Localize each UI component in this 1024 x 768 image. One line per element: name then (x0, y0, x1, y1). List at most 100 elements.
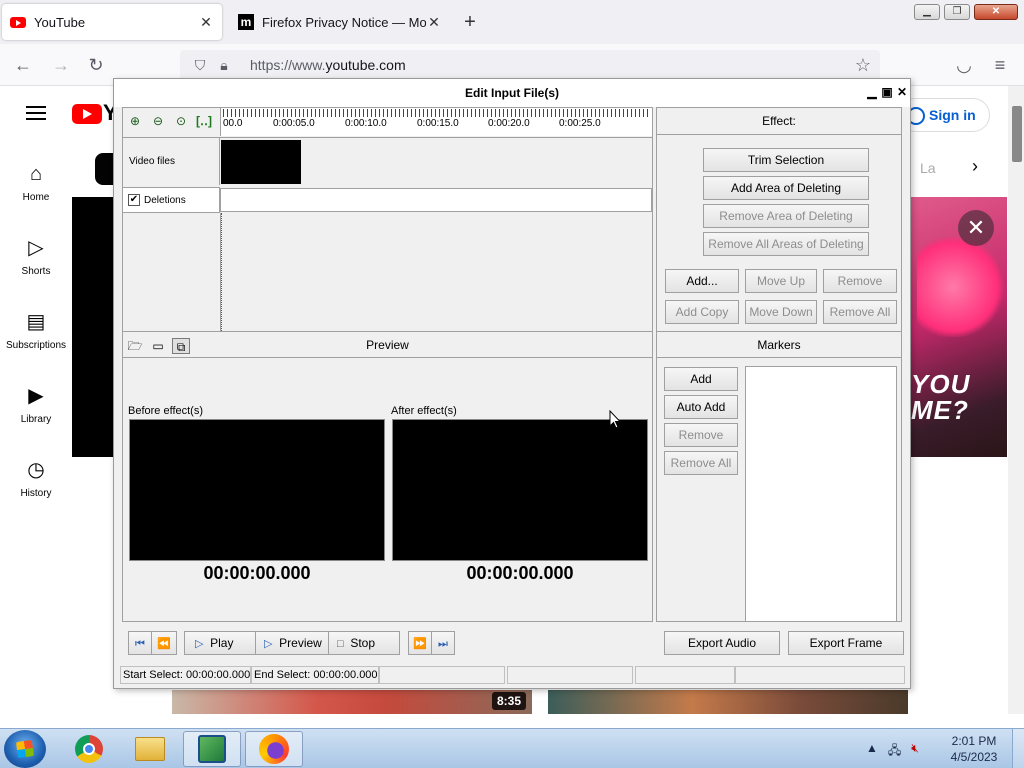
url-bar[interactable]: ⛉ 🔒︎ https://www.youtube.com (180, 50, 880, 80)
deletions-track-lane[interactable] (220, 188, 652, 212)
minimize-icon[interactable]: ▁ (865, 85, 879, 99)
tab-youtube[interactable]: YouTube ✕ (2, 4, 222, 40)
remove-marker-button[interactable]: Remove (664, 423, 738, 447)
maximize-icon[interactable]: ▣ (880, 85, 894, 99)
sign-in-button[interactable]: Sign in (898, 98, 990, 132)
playback-controls: ⏮ ⏪ ▷ Play ▷ Preview □ Stop ⏩ ⏭ (128, 631, 458, 655)
video-thumbnail[interactable] (172, 690, 532, 714)
taskbar-video-editor[interactable] (183, 731, 241, 767)
deletions-checkbox[interactable]: ✔ (128, 194, 140, 206)
start-button[interactable] (4, 730, 46, 768)
volume-muted-icon[interactable]: 🔇︎ (911, 741, 919, 762)
auto-add-marker-button[interactable]: Auto Add (664, 395, 738, 419)
taskbar-explorer[interactable] (121, 731, 179, 767)
chrome-icon (75, 735, 103, 763)
taskbar-firefox[interactable] (245, 731, 303, 767)
system-tray: ▲ 🖧︎ 🔇︎ (866, 741, 919, 762)
open-folder-icon[interactable]: 🗁︎ (126, 338, 144, 354)
markers-panel: Markers Add Auto Add Remove Remove All (656, 331, 902, 622)
step-back-button[interactable]: ⏪ (151, 631, 177, 655)
preview-toolbar: 🗁︎ ▭ ⧉ Preview (123, 332, 652, 358)
ruler-label: 0:00:05.0 (273, 118, 315, 129)
minimize-button[interactable]: ▁ (914, 4, 940, 20)
close-tab-icon[interactable]: ✕ (426, 14, 442, 31)
hamburger-menu-icon[interactable] (26, 106, 46, 120)
add-marker-button[interactable]: Add (664, 367, 738, 391)
video-clip[interactable] (221, 140, 301, 184)
close-tab-icon[interactable]: ✕ (198, 14, 214, 31)
after-preview-video[interactable] (392, 419, 648, 561)
track-header-deletions: ✔ Deletions (123, 187, 220, 213)
sidebar-item-subscriptions[interactable]: ▤ Subscriptions (0, 310, 72, 351)
playhead-line (221, 213, 222, 331)
play-button[interactable]: ▷ Play (184, 631, 256, 655)
add-copy-button[interactable]: Add Copy (665, 300, 739, 324)
export-frame-button[interactable]: Export Frame (788, 631, 904, 655)
shorts-icon: ▷ (28, 237, 44, 259)
before-preview-video[interactable] (129, 419, 385, 561)
tab-firefox-privacy[interactable]: m Firefox Privacy Notice — Mozilla ✕ (230, 4, 450, 40)
menu-icon[interactable]: ≡ (989, 54, 1011, 76)
url-text[interactable]: https://www.youtube.com (250, 57, 406, 73)
sidebar-item-history[interactable]: ◷ History (0, 458, 72, 499)
markers-header: Markers (657, 332, 901, 358)
remove-effect-button[interactable]: Remove (823, 269, 897, 293)
add-effect-button[interactable]: Add... (665, 269, 739, 293)
show-hidden-icons-icon[interactable]: ▲ (866, 741, 878, 762)
chevron-right-icon[interactable]: › (972, 156, 978, 177)
close-window-button[interactable]: ✕ (974, 4, 1018, 20)
rewind-icon: ⏪ (157, 638, 171, 650)
close-ad-icon[interactable]: ✕ (958, 210, 994, 246)
remove-all-markers-button[interactable]: Remove All (664, 451, 738, 475)
remove-all-effects-button[interactable]: Remove All (823, 300, 897, 324)
pocket-icon[interactable]: ◡ (953, 54, 975, 76)
sidebar-item-library[interactable]: ▶ Library (0, 384, 72, 425)
dual-window-icon[interactable]: ⧉ (172, 338, 190, 354)
taskbar-clock[interactable]: 2:01 PM 4/5/2023 (938, 733, 1010, 765)
export-audio-button[interactable]: Export Audio (664, 631, 780, 655)
time-ruler[interactable]: 00.0 0:00:05.0 0:00:10.0 0:00:15.0 0:00:… (220, 108, 652, 136)
remove-all-areas-of-deleting-button[interactable]: Remove All Areas of Deleting (703, 232, 869, 256)
close-icon[interactable]: ✕ (895, 85, 909, 99)
show-desktop-button[interactable] (1012, 729, 1024, 768)
single-window-icon[interactable]: ▭ (149, 338, 167, 354)
fast-forward-icon: ⏩ (413, 638, 427, 650)
heart-graphic (917, 237, 1007, 337)
back-icon[interactable]: ← (12, 54, 34, 76)
fast-forward-button[interactable]: ⏩ (408, 631, 432, 655)
forward-icon[interactable]: → (50, 54, 72, 76)
page-scrollbar[interactable] (1008, 86, 1024, 714)
network-icon[interactable]: 🖧︎ (888, 741, 901, 762)
move-up-button[interactable]: Move Up (745, 269, 817, 293)
taskbar-chrome[interactable] (60, 731, 118, 767)
sidebar-item-home[interactable]: ⌂ Home (0, 162, 72, 203)
go-to-start-button[interactable]: ⏮ (128, 631, 152, 655)
zoom-out-icon[interactable]: ⊖ (149, 112, 167, 130)
add-area-of-deleting-button[interactable]: Add Area of Deleting (703, 176, 869, 200)
preview-button[interactable]: ▷ Preview (255, 631, 329, 655)
lock-icon[interactable]: 🔒︎ (212, 57, 236, 74)
tracking-shield-icon[interactable]: ⛉ (188, 57, 212, 74)
video-thumbnail[interactable] (548, 690, 908, 714)
youtube-logo-icon[interactable] (72, 104, 102, 124)
preview-header: Preview (366, 338, 409, 352)
new-tab-button[interactable]: + (460, 10, 480, 34)
zoom-100-icon[interactable]: ⊙ (172, 112, 190, 130)
move-down-button[interactable]: Move Down (745, 300, 817, 324)
fit-selection-icon[interactable]: [‥] (195, 112, 213, 130)
restore-button[interactable]: ❐ (944, 4, 970, 20)
go-to-end-button[interactable]: ⏭ (431, 631, 455, 655)
trim-selection-button[interactable]: Trim Selection (703, 148, 869, 172)
filter-chip-partial[interactable]: La (920, 160, 936, 176)
sidebar-item-shorts[interactable]: ▷ Shorts (0, 236, 72, 277)
remove-area-of-deleting-button[interactable]: Remove Area of Deleting (703, 204, 869, 228)
markers-list[interactable] (745, 366, 897, 622)
stop-button[interactable]: □ Stop (328, 631, 400, 655)
ruler-label: 00.0 (223, 118, 243, 129)
reload-icon[interactable]: ↻ (85, 54, 107, 76)
video-track-lane[interactable] (220, 137, 652, 185)
zoom-in-icon[interactable]: ⊕ (126, 112, 144, 130)
scrollbar-thumb[interactable] (1012, 106, 1022, 162)
bookmark-star-icon[interactable]: ☆ (852, 54, 874, 76)
ruler-label: 0:00:15.0 (417, 118, 459, 129)
